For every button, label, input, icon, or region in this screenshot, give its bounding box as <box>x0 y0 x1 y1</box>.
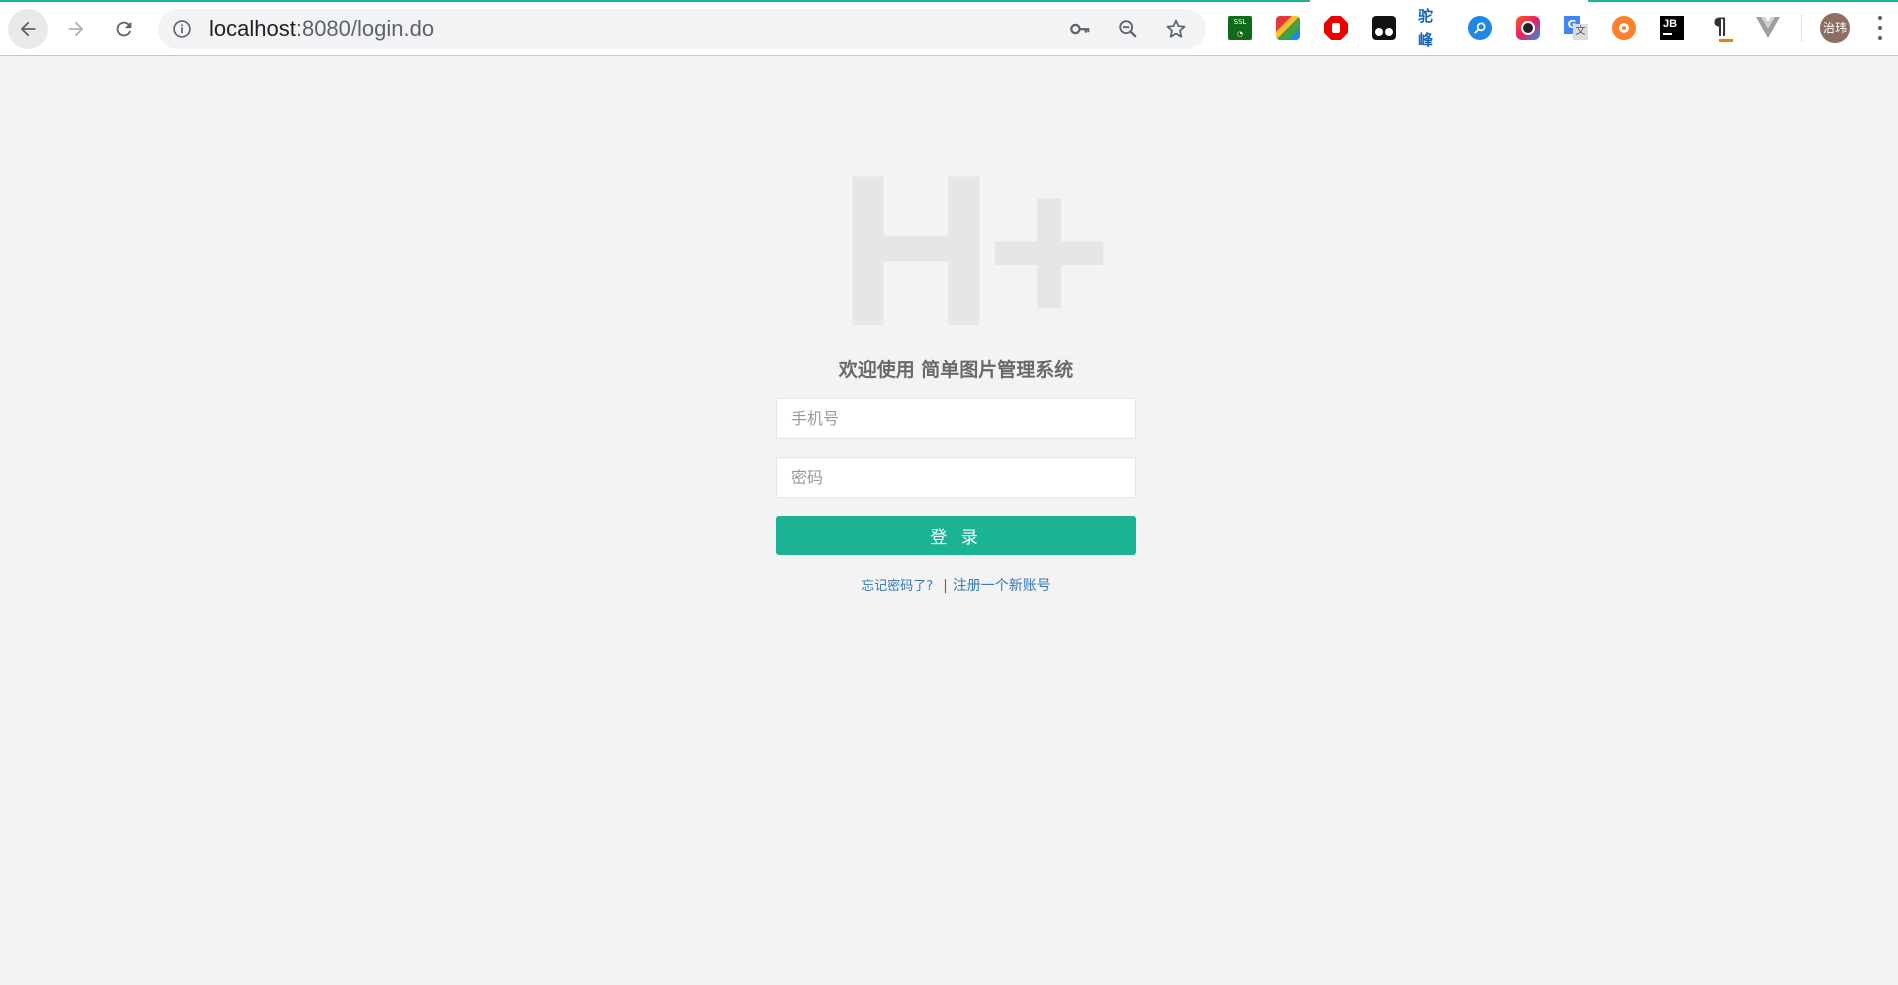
key-icon[interactable] <box>1068 17 1092 41</box>
phone-input[interactable] <box>776 398 1136 439</box>
account-links: 忘记密码了? | 注册一个新账号 <box>0 575 1898 595</box>
forward-button[interactable] <box>56 9 96 49</box>
browser-toolbar: localhost:8080/login.do SSL ◔ 驼峰 G文 JB ¶ … <box>0 0 1898 56</box>
reload-button[interactable] <box>104 9 144 49</box>
url-path: :8080/login.do <box>295 16 435 41</box>
camera-icon[interactable] <box>1514 14 1542 42</box>
adblock-icon[interactable] <box>1322 14 1350 42</box>
bug-icon[interactable] <box>1610 14 1638 42</box>
register-link[interactable]: 注册一个新账号 <box>953 578 1051 594</box>
info-icon[interactable] <box>172 19 192 39</box>
formatter-icon[interactable]: ¶ <box>1706 14 1734 42</box>
browser-menu-icon[interactable] <box>1874 14 1886 42</box>
ssl-icon[interactable]: SSL ◔ <box>1226 14 1254 42</box>
search-tool-icon[interactable] <box>1466 14 1494 42</box>
vue-devtools-icon[interactable] <box>1754 14 1782 42</box>
url-host: localhost <box>209 16 296 41</box>
url-text[interactable]: localhost:8080/login.do <box>209 9 434 49</box>
address-bar[interactable]: localhost:8080/login.do <box>158 9 1206 49</box>
bookmark-star-icon[interactable] <box>1164 17 1188 41</box>
zoom-out-icon[interactable] <box>1116 17 1140 41</box>
jetbrains-icon[interactable]: JB <box>1658 14 1686 42</box>
profile-avatar[interactable]: 治玮 <box>1820 13 1850 43</box>
back-button[interactable] <box>8 9 48 49</box>
login-button[interactable]: 登 录 <box>776 516 1136 555</box>
welcome-heading: 欢迎使用 简单图片管理系统 <box>838 359 1074 381</box>
arrow-left-icon <box>20 21 36 37</box>
tampermonkey-icon[interactable] <box>1370 14 1398 42</box>
eolinker-icon[interactable]: 驼峰 <box>1418 7 1446 49</box>
forgot-password-link[interactable]: 忘记密码了? <box>861 579 933 594</box>
reload-icon <box>116 21 132 37</box>
arrow-right-icon <box>68 21 84 37</box>
loading-progress-bar <box>0 0 1310 2</box>
login-page: H+ 欢迎使用 简单图片管理系统 登 录 忘记密码了? | 注册一个新账号 <box>0 57 1898 985</box>
kaleidoscope-icon[interactable] <box>1274 14 1302 42</box>
translate-icon[interactable]: G文 <box>1562 14 1590 42</box>
loading-progress-bar-tail <box>1588 0 1898 2</box>
password-input[interactable] <box>776 457 1136 498</box>
toolbar-divider <box>1801 14 1802 42</box>
link-separator: | <box>943 578 948 594</box>
logo-text: H+ <box>838 129 1112 371</box>
